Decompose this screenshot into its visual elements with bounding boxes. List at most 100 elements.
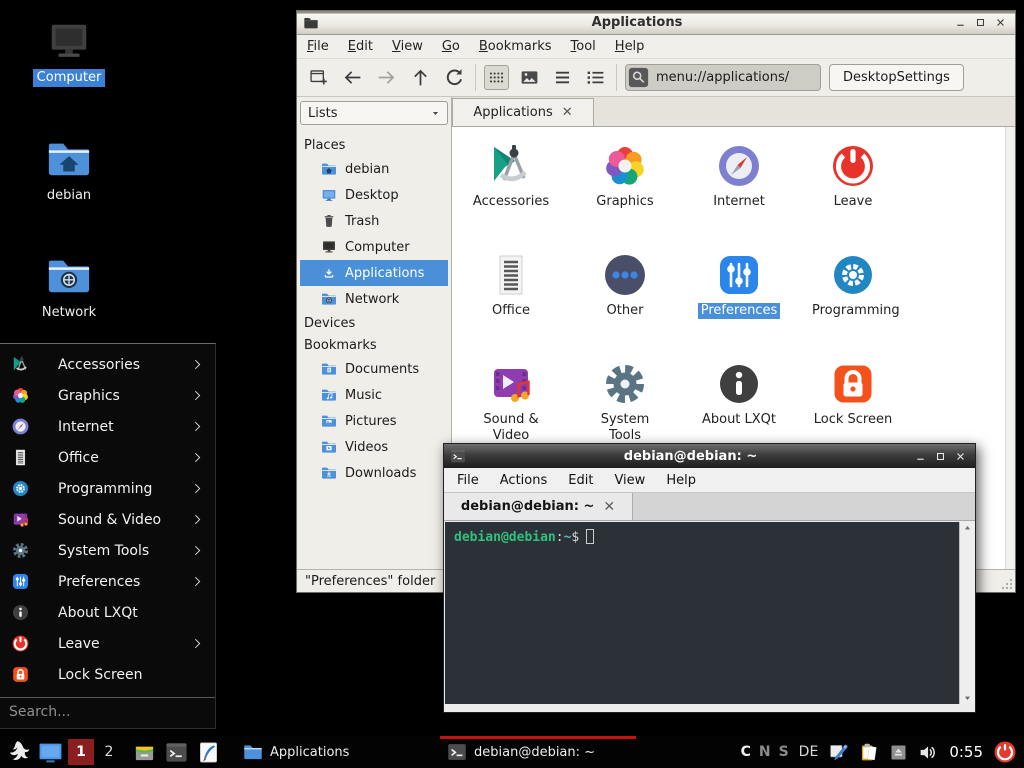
sidebar-place-item[interactable]: Desktop — [300, 182, 448, 208]
app-menu-item[interactable]: Preferences — [0, 566, 215, 597]
app-category-item[interactable]: Accessories — [454, 137, 568, 246]
search-input[interactable] — [4, 704, 211, 720]
thumbnail-view-icon[interactable] — [517, 65, 542, 90]
app-menu-item[interactable]: Accessories — [0, 349, 215, 380]
app-menu-item[interactable]: Sound & Video — [0, 504, 215, 535]
start-menu-button[interactable] — [6, 739, 32, 765]
desktop-icon-home[interactable]: debian — [19, 136, 119, 205]
menu-item[interactable]: File — [457, 473, 479, 488]
close-button[interactable] — [955, 451, 966, 462]
address-bar[interactable]: menu://applications/ — [625, 64, 821, 91]
app-menu-item[interactable]: Graphics — [0, 380, 215, 411]
app-category-item[interactable]: Internet — [682, 137, 796, 246]
menu-item[interactable]: File — [307, 39, 329, 54]
app-menu-item[interactable]: Office — [0, 442, 215, 473]
power-button[interactable] — [993, 740, 1017, 764]
workspace-2-button[interactable]: 2 — [96, 739, 122, 765]
detailed-view-icon[interactable] — [583, 65, 608, 90]
terminal-cursor — [586, 529, 594, 544]
tab-close-icon[interactable]: ✕ — [562, 105, 573, 120]
app-category-item[interactable]: Leave — [796, 137, 910, 246]
new-tab-icon[interactable] — [306, 65, 331, 90]
clock[interactable]: 0:55 — [949, 743, 983, 761]
menu-item[interactable]: Edit — [568, 473, 593, 488]
reload-icon[interactable] — [442, 65, 467, 90]
menu-item[interactable]: Actions — [500, 473, 548, 488]
file-manager-titlebar[interactable]: Applications — [297, 11, 1015, 35]
app-category-item[interactable]: Programming — [796, 246, 910, 355]
app-menu-item[interactable]: Lock Screen — [0, 659, 215, 690]
clipboard-icon[interactable] — [858, 742, 879, 763]
arrow-back-icon[interactable] — [340, 65, 365, 90]
compact-view-icon[interactable] — [550, 65, 575, 90]
eject-icon[interactable] — [888, 742, 909, 763]
desktop-settings-button[interactable]: DesktopSettings — [829, 64, 964, 91]
screenshot-icon[interactable] — [828, 742, 849, 763]
sidebar-place-item[interactable]: Computer — [300, 234, 448, 260]
app-menu-item[interactable]: System Tools — [0, 535, 215, 566]
app-menu-item[interactable]: Internet — [0, 411, 215, 442]
menu-item[interactable]: Help — [666, 473, 696, 488]
taskbar-window-button[interactable]: debian@debian: ~ — [440, 736, 636, 768]
minimize-button[interactable] — [915, 451, 926, 462]
menu-item[interactable]: Tool — [571, 39, 596, 54]
tab-applications[interactable]: Applications ✕ — [452, 98, 594, 126]
maximize-button[interactable] — [935, 451, 946, 462]
menu-item[interactable]: Help — [615, 39, 645, 54]
folder-music-icon — [321, 387, 337, 403]
sidebar-group-header: Devices — [300, 312, 448, 334]
terminal-titlebar[interactable]: debian@debian: ~ — [444, 444, 975, 468]
qterminal-icon[interactable] — [165, 741, 188, 764]
sidebar-place-item[interactable]: Applications — [300, 260, 448, 286]
desktop-icon-computer[interactable]: Computer — [19, 18, 119, 87]
menu-item[interactable]: View — [614, 473, 645, 488]
app-category-item[interactable]: Other — [568, 246, 682, 355]
menu-item[interactable]: Bookmarks — [479, 39, 552, 54]
tab-close-icon[interactable]: ✕ — [603, 499, 615, 515]
app-menu-item[interactable]: About LXQt — [0, 597, 215, 628]
app-menu-item[interactable]: Leave — [0, 628, 215, 659]
scroll-up-icon[interactable] — [962, 523, 973, 534]
volume-icon[interactable] — [918, 742, 939, 763]
pcmanfm-icon[interactable] — [133, 741, 156, 764]
scroll-down-icon[interactable] — [962, 692, 973, 703]
sidebar-bookmark-item[interactable]: Downloads — [300, 460, 448, 486]
app-menu-item[interactable]: Programming — [0, 473, 215, 504]
sidebar-bookmark-item[interactable]: Documents — [300, 356, 448, 382]
icon-view-icon[interactable] — [484, 65, 509, 90]
arrow-up-icon[interactable] — [408, 65, 433, 90]
maximize-button[interactable] — [975, 17, 986, 28]
keyboard-layout-indicator[interactable]: DE — [799, 744, 819, 760]
close-button[interactable] — [995, 17, 1006, 28]
sidebar-bookmark-item[interactable]: Music — [300, 382, 448, 408]
sidebar-place-item[interactable]: debian — [300, 156, 448, 182]
cat-accessories-icon — [11, 355, 30, 374]
taskbar-window-button[interactable]: Applications — [236, 736, 432, 768]
app-category-item[interactable]: Preferences — [682, 246, 796, 355]
show-desktop-icon[interactable] — [38, 740, 63, 765]
terminal-tab[interactable]: debian@debian: ~ ✕ — [444, 493, 633, 520]
sidebar-bookmark-item[interactable]: Videos — [300, 434, 448, 460]
submenu-arrow-icon — [191, 544, 204, 557]
desktop-icon-network[interactable]: Network — [19, 253, 119, 322]
sidebar-place-item[interactable]: Trash — [300, 208, 448, 234]
vertical-scrollbar[interactable] — [1005, 127, 1015, 569]
sidebar-place-item[interactable]: Network — [300, 286, 448, 312]
app-category-item[interactable]: Graphics — [568, 137, 682, 246]
terminal-viewport[interactable]: debian@debian:~$ — [445, 522, 974, 704]
minimize-button[interactable] — [955, 17, 966, 28]
terminal-scrollbar[interactable] — [959, 522, 974, 704]
cat-system-tools-icon — [11, 541, 30, 560]
app-category-item[interactable]: Office — [454, 246, 568, 355]
cat-lock-icon — [11, 665, 30, 684]
sidebar-mode-select[interactable]: Lists — [300, 101, 448, 125]
menu-item[interactable]: Go — [442, 39, 460, 54]
arrow-forward-icon[interactable] — [374, 65, 399, 90]
menu-search[interactable] — [0, 697, 215, 726]
menu-item[interactable]: Edit — [348, 39, 373, 54]
featherpad-icon[interactable] — [197, 741, 220, 764]
menu-item[interactable]: View — [392, 39, 423, 54]
workspace-1-button[interactable]: 1 — [68, 739, 94, 765]
resize-grip[interactable] — [1001, 578, 1013, 590]
sidebar-bookmark-item[interactable]: Pictures — [300, 408, 448, 434]
